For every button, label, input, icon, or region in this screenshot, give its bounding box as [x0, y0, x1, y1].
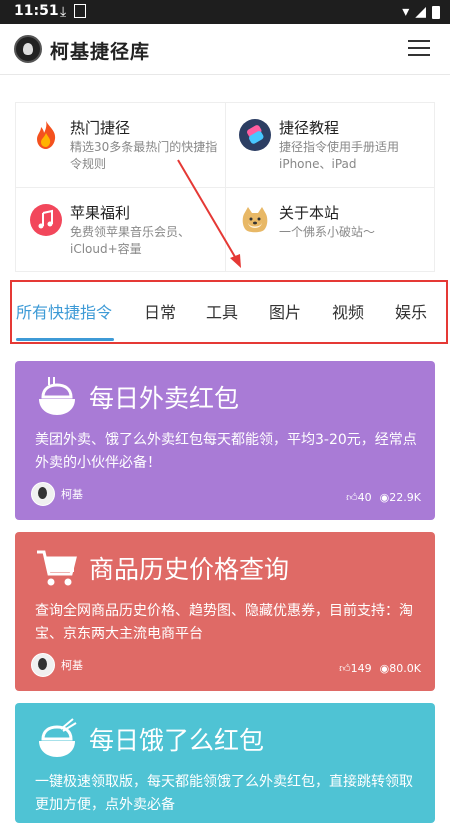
feature-grid: 热门捷径 精选30多条最热门的快捷指令规则 捷径教程 捷径指令使用手册适用iPh…: [15, 102, 435, 272]
status-bar: 11:51 ⤓ ▾ ◢: [0, 0, 450, 24]
top-header: 柯基捷径库: [0, 24, 450, 75]
feature-title: 捷径教程: [279, 119, 340, 137]
card-desc: 美团外卖、饿了么外卖红包每天都能领，平均3-20元，经常点外卖的小伙伴必备！: [35, 432, 417, 471]
author-name: 柯基: [61, 488, 83, 501]
food-bowl-icon: [39, 377, 75, 415]
feature-title: 热门捷径: [70, 119, 131, 137]
thumbs-up-icon: 👍︎: [339, 662, 351, 675]
category-tabs: 所有快捷指令 日常 工具 图片 视频 娱乐: [10, 280, 448, 344]
view-count: ◉22.9K: [379, 491, 421, 504]
doge-icon: [242, 207, 268, 233]
tab-all[interactable]: 所有快捷指令: [16, 299, 112, 323]
app-notification-icon: [74, 4, 87, 18]
tab-daily[interactable]: 日常: [144, 299, 176, 323]
like-count: 👍︎40: [346, 491, 372, 504]
food-bowl-icon: [39, 718, 77, 757]
eye-icon: ◉: [379, 662, 390, 675]
author-name: 柯基: [61, 659, 83, 672]
card-desc: 查询全网商品历史价格、趋势图、隐藏优惠券，目前支持：淘宝、京东两大主流电商平台: [35, 603, 413, 642]
card-title: 每日外卖红包: [89, 384, 240, 413]
shortcut-card[interactable]: 每日外卖红包 美团外卖、饿了么外卖红包每天都能领，平均3-20元，经常点外卖的小…: [15, 361, 435, 520]
download-icon: ⤓: [60, 4, 67, 20]
card-stats: 👍︎40 ◉22.9K: [346, 491, 421, 504]
fire-icon: [37, 121, 56, 149]
card-desc: 一键极速领取版，每天都能领饿了么外卖红包，直接跳转领取更加方便，点外卖必备: [35, 774, 413, 813]
tab-tools[interactable]: 工具: [206, 299, 238, 323]
feature-hot-shortcuts[interactable]: 热门捷径 精选30多条最热门的快捷指令规则: [16, 103, 226, 188]
shortcut-card[interactable]: 每日饿了么红包 一键极速领取版，每天都能领饿了么外卖红包，直接跳转领取更加方便，…: [15, 703, 435, 823]
tab-video[interactable]: 视频: [332, 299, 364, 323]
site-logo[interactable]: [14, 35, 42, 63]
eye-icon: ◉: [379, 491, 390, 504]
site-title[interactable]: 柯基捷径库: [50, 37, 150, 64]
feature-title: 苹果福利: [70, 204, 131, 222]
feature-about[interactable]: 关于本站 一个佛系小破站～: [225, 188, 434, 272]
feature-title: 关于本站: [279, 204, 340, 222]
card-author: 柯基: [31, 653, 83, 677]
view-count: ◉80.0K: [379, 662, 421, 675]
avatar: [31, 653, 55, 677]
thumbs-up-icon: 👍︎: [346, 491, 358, 504]
tab-images[interactable]: 图片: [269, 299, 301, 323]
card-stats: 👍︎149 ◉80.0K: [339, 662, 421, 675]
battery-icon: [432, 5, 440, 19]
card-title: 商品历史价格查询: [89, 555, 290, 584]
feature-desc: 免费领苹果音乐会员、iCloud+容量: [70, 225, 191, 256]
hamburger-menu-icon[interactable]: [408, 40, 430, 58]
feature-desc: 精选30多条最热门的快捷指令规则: [70, 140, 218, 171]
shortcut-card[interactable]: 商品历史价格查询 查询全网商品历史价格、趋势图、隐藏优惠券，目前支持：淘宝、京东…: [15, 532, 435, 691]
music-note-icon: [30, 204, 62, 236]
tab-entertainment[interactable]: 娱乐: [395, 299, 427, 323]
active-tab-indicator: [16, 338, 114, 341]
signal-icon: ◢: [415, 4, 426, 20]
wifi-icon: ▾: [402, 4, 410, 20]
card-title: 每日饿了么红包: [89, 726, 265, 755]
shortcuts-app-icon: [239, 119, 271, 151]
feature-apple-perks[interactable]: 苹果福利 免费领苹果音乐会员、iCloud+容量: [16, 188, 226, 272]
feature-desc: 捷径指令使用手册适用iPhone、iPad: [279, 140, 400, 171]
feature-desc: 一个佛系小破站～: [279, 225, 376, 239]
shopping-cart-icon: [37, 550, 77, 586]
like-count: 👍︎149: [339, 662, 372, 675]
card-author: 柯基: [31, 482, 83, 506]
feature-tutorial[interactable]: 捷径教程 捷径指令使用手册适用iPhone、iPad: [225, 103, 434, 188]
status-time: 11:51: [14, 3, 59, 19]
avatar: [31, 482, 55, 506]
